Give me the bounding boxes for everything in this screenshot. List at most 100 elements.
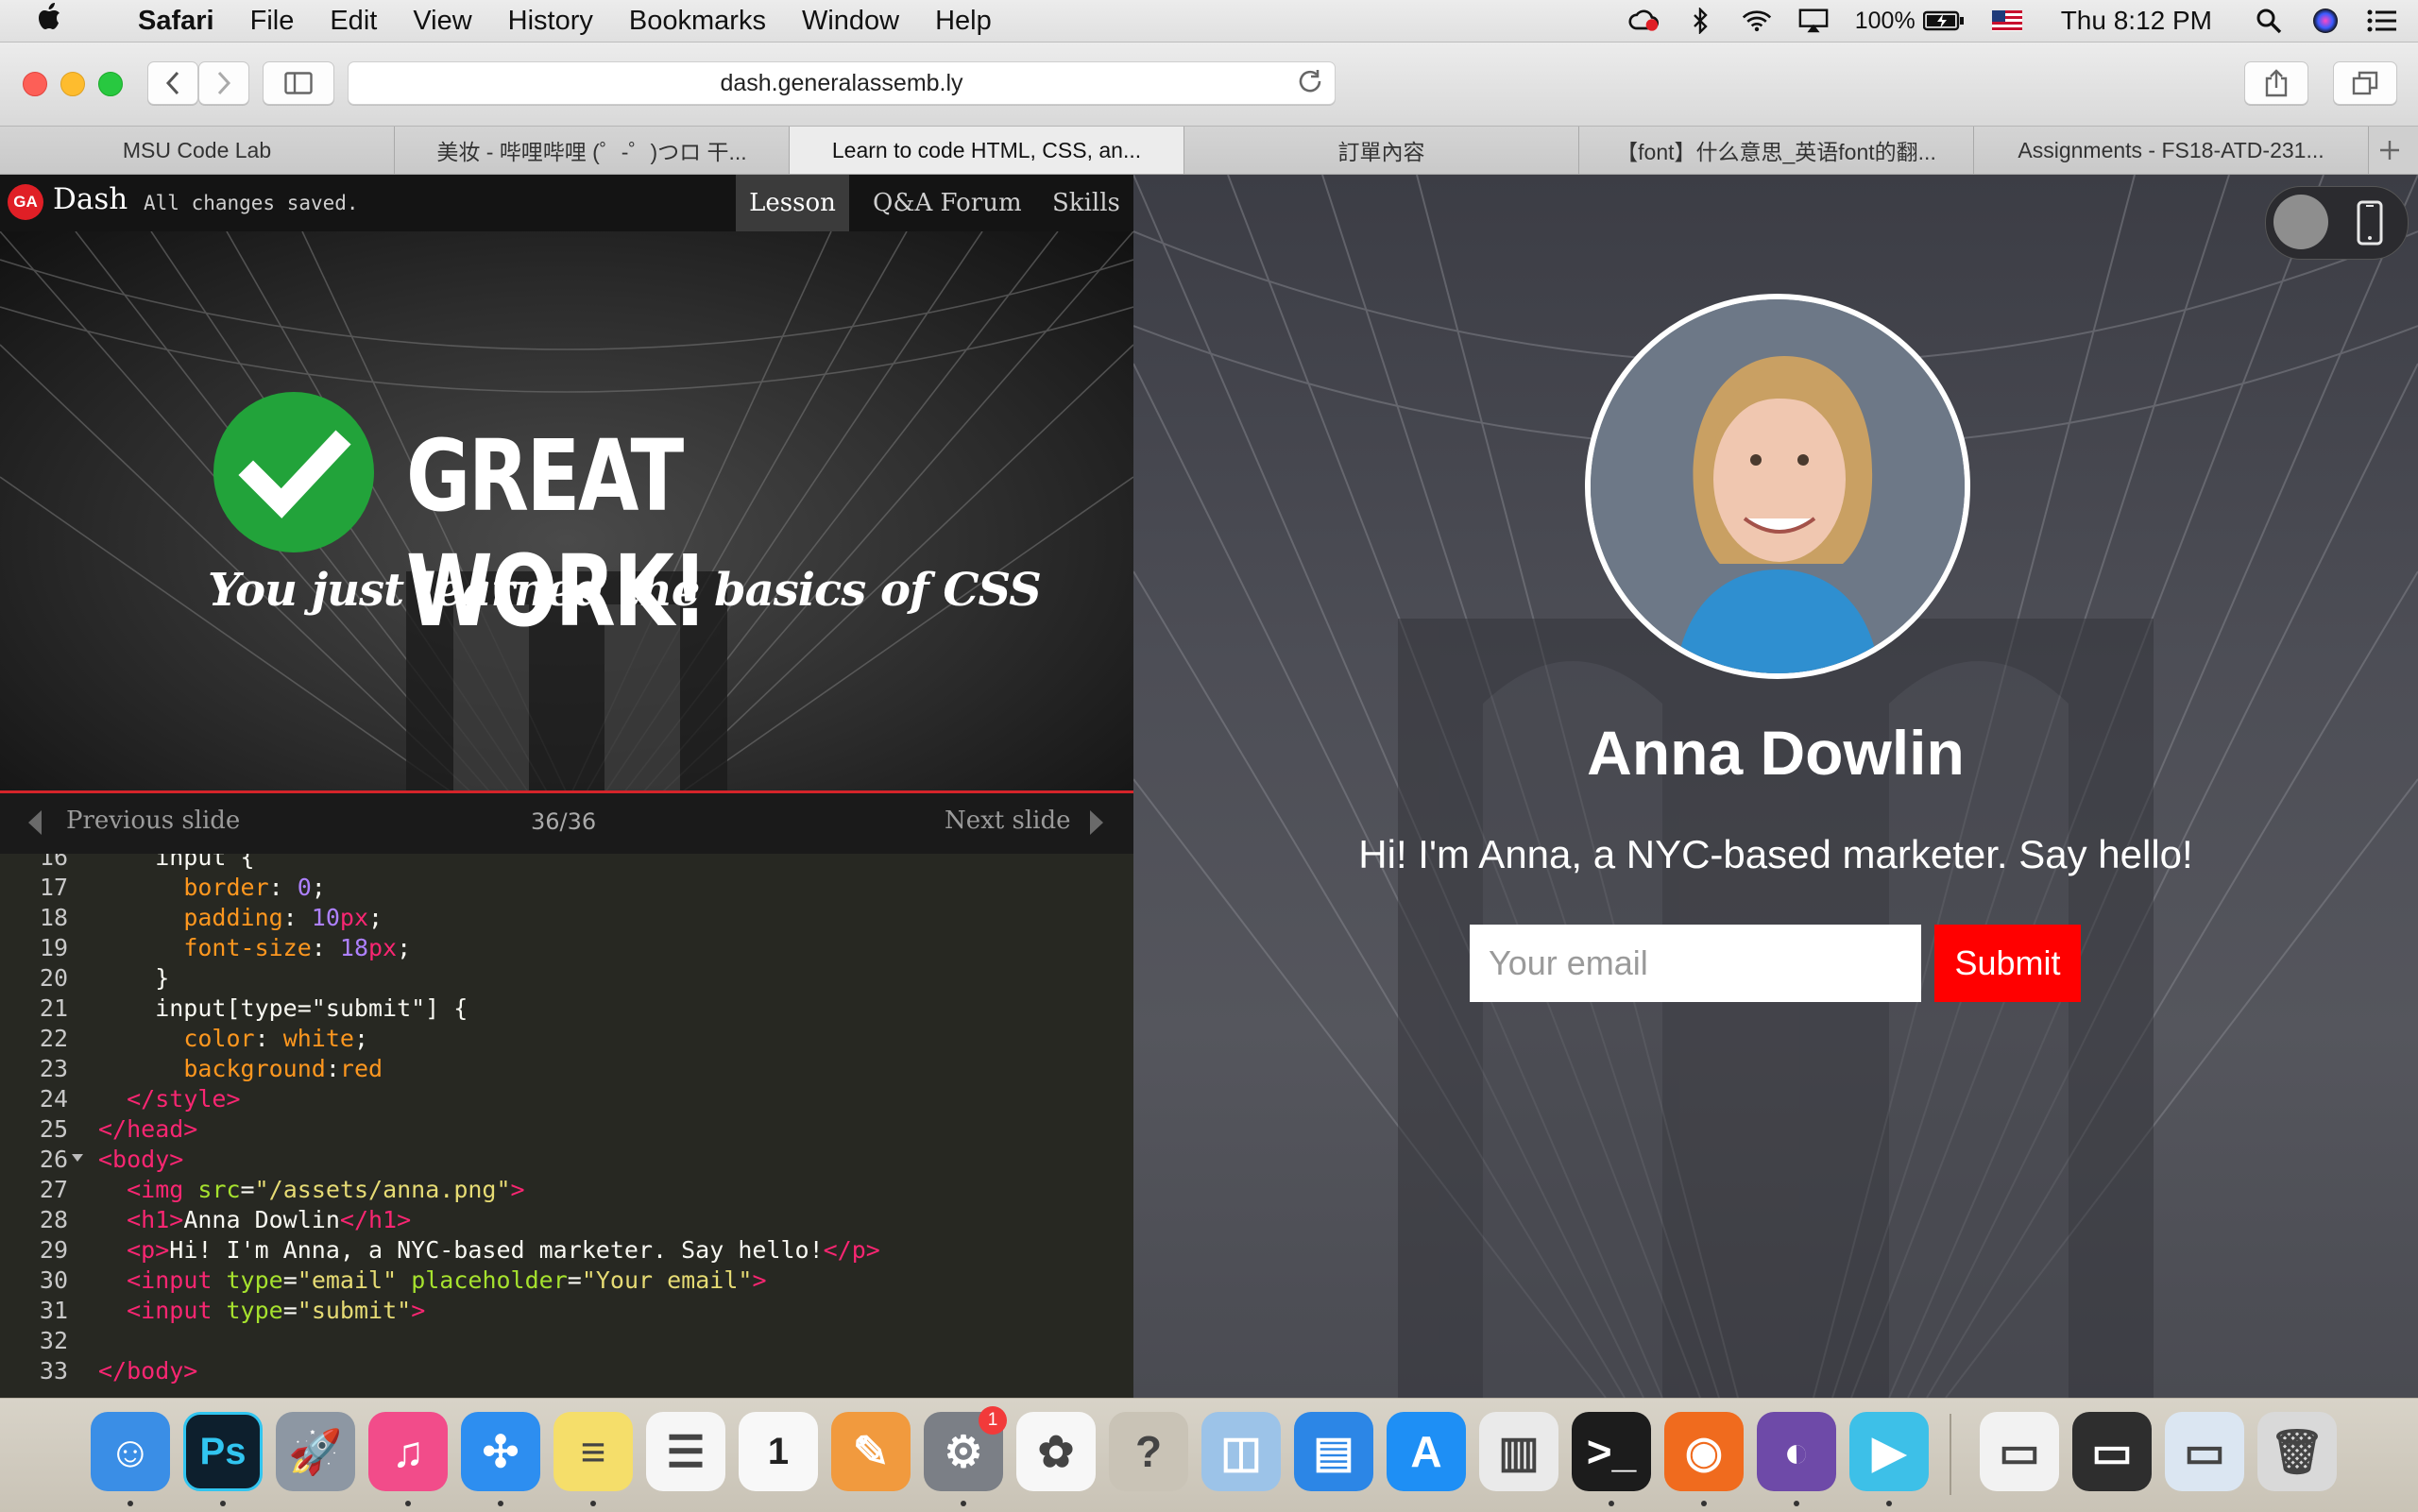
general-assembly-logo[interactable]: GA [8,184,43,220]
tab-assignments[interactable]: Assignments - FS18-ATD-231... [1974,127,2369,174]
window-thumb-3-icon[interactable]: ▭ [2165,1412,2244,1491]
next-slide-link[interactable]: Next slide [945,807,1071,835]
back-button[interactable] [147,61,198,105]
tab-bilibili[interactable]: 美妆 - 哔哩哔哩 (゜-゜)つロ 干... [395,127,790,174]
code-line[interactable]: 22 color: white; [0,1024,1133,1054]
toggle-knob[interactable] [2273,195,2328,249]
video-player-icon[interactable]: ▶ [1849,1412,1929,1491]
creative-cloud-icon[interactable] [1628,8,1659,34]
tab-lesson[interactable]: Lesson [736,175,849,231]
close-window-button[interactable] [23,72,47,96]
siri-icon[interactable] [2310,8,2341,34]
menu-view[interactable]: View [413,6,471,37]
code-line[interactable]: 21 input[type="submit"] { [0,994,1133,1024]
pages-icon[interactable]: ✎ [831,1412,911,1491]
menu-safari[interactable]: Safari [138,6,214,37]
menu-bookmarks[interactable]: Bookmarks [629,6,766,37]
github-desktop-icon[interactable]: ◐ [1757,1412,1836,1491]
email-input[interactable] [1470,925,1921,1002]
previous-arrow-icon[interactable] [28,810,42,835]
trash-icon[interactable]: 🗑 [2257,1412,2337,1491]
code-line[interactable]: 16 input { [0,854,1133,873]
app-store-icon[interactable]: A [1387,1412,1466,1491]
calendar-icon[interactable]: 1 [739,1412,818,1491]
keynote-icon[interactable]: ▤ [1294,1412,1373,1491]
menu-edit[interactable]: Edit [330,6,377,37]
tab-msu-code-lab[interactable]: MSU Code Lab [0,127,395,174]
window-thumb-2-icon[interactable]: ▭ [2072,1412,2152,1491]
code-line[interactable]: 18 padding: 10px; [0,903,1133,933]
line-number: 20 [39,964,68,992]
code-editor[interactable]: 16 input {17 border: 0; 18 padding: 10px;… [0,854,1133,1398]
code-text: </body> [98,1357,198,1385]
code-line[interactable]: 24 </style> [0,1084,1133,1114]
code-line[interactable]: 31 <input type="submit"> [0,1296,1133,1326]
numbers-icon[interactable]: ▥ [1479,1412,1558,1491]
dash-app-name[interactable]: Dash [53,182,128,216]
code-line[interactable]: 26 <body> [0,1145,1133,1175]
code-line[interactable]: 25 </head> [0,1114,1133,1145]
code-line[interactable]: 23 background:red [0,1054,1133,1084]
tab-skills[interactable]: Skills [1039,175,1133,231]
tab-qa-forum[interactable]: Q&A Forum [860,175,1035,231]
finder-icon[interactable]: ☺ [91,1412,170,1491]
safari-icon[interactable]: ✣ [461,1412,540,1491]
previous-slide-link[interactable]: Previous slide [66,807,240,835]
zoom-window-button[interactable] [98,72,123,96]
terminal-icon[interactable]: >_ [1572,1412,1651,1491]
share-button[interactable] [2244,61,2308,105]
code-line[interactable]: 27 <img src="/assets/anna.png"> [0,1175,1133,1205]
sidebar-icon [284,72,313,94]
us-flag-icon[interactable] [1991,8,2023,34]
preview-icon[interactable]: ◫ [1201,1412,1281,1491]
code-line[interactable]: 17 border: 0; [0,873,1133,903]
code-line[interactable]: 33 </body> [0,1356,1133,1386]
tab-learn-to-code[interactable]: Learn to code HTML, CSS, an... [790,127,1184,174]
submit-button[interactable]: Submit [1934,925,2081,1002]
new-tab-button[interactable] [2369,127,2410,174]
menu-window[interactable]: Window [802,6,899,37]
wifi-icon[interactable] [1742,8,1772,34]
address-bar[interactable]: dash.generalassemb.ly [348,61,1336,105]
code-line[interactable]: 32 [0,1326,1133,1356]
spotlight-search-icon[interactable] [2254,8,2284,34]
menubar-clock[interactable]: Thu 8:12 PM [2061,6,2212,36]
airplay-icon[interactable] [1798,8,1829,34]
plus-icon [2380,141,2399,160]
itunes-icon[interactable]: ♫ [368,1412,448,1491]
reload-icon[interactable] [1297,68,1323,102]
reminders-icon[interactable]: ☰ [646,1412,725,1491]
photos-icon[interactable]: ✿ [1016,1412,1096,1491]
sidebar-toggle-button[interactable] [263,61,334,105]
line-number: 30 [39,1266,68,1294]
line-number: 32 [39,1327,68,1354]
next-arrow-icon[interactable] [1090,810,1103,835]
battery-icon[interactable] [1922,8,1965,34]
fold-arrow-icon[interactable] [72,1154,83,1162]
mobile-phone-icon[interactable] [2357,200,2383,246]
running-indicator [220,1501,226,1506]
launchpad-icon[interactable]: 🚀 [276,1412,355,1491]
menu-history[interactable]: History [508,6,593,37]
notification-center-icon[interactable] [2367,8,2397,34]
forward-button[interactable] [198,61,249,105]
device-view-toggle[interactable] [2265,186,2409,260]
menu-help[interactable]: Help [935,6,992,37]
show-all-tabs-button[interactable] [2333,61,2397,105]
code-line[interactable]: 30 <input type="email" placeholder="Your… [0,1266,1133,1296]
menu-file[interactable]: File [250,6,295,37]
code-line[interactable]: 19 font-size: 18px; [0,933,1133,963]
window-thumb-1-icon[interactable]: ▭ [1980,1412,2059,1491]
minimize-window-button[interactable] [60,72,85,96]
apple-menu-icon[interactable] [36,2,81,40]
tab-order-content[interactable]: 訂單內容 [1184,127,1579,174]
notes-icon[interactable]: ≡ [553,1412,633,1491]
code-line[interactable]: 20 } [0,963,1133,994]
bluetooth-icon[interactable] [1685,8,1715,34]
code-line[interactable]: 28 <h1>Anna Dowlin</h1> [0,1205,1133,1235]
photoshop-icon[interactable]: Ps [183,1412,263,1491]
firefox-icon[interactable]: ◉ [1664,1412,1744,1491]
help-icon[interactable]: ? [1109,1412,1188,1491]
code-line[interactable]: 29 <p>Hi! I'm Anna, a NYC-based marketer… [0,1235,1133,1266]
tab-font-translation[interactable]: 【font】什么意思_英语font的翻... [1579,127,1974,174]
